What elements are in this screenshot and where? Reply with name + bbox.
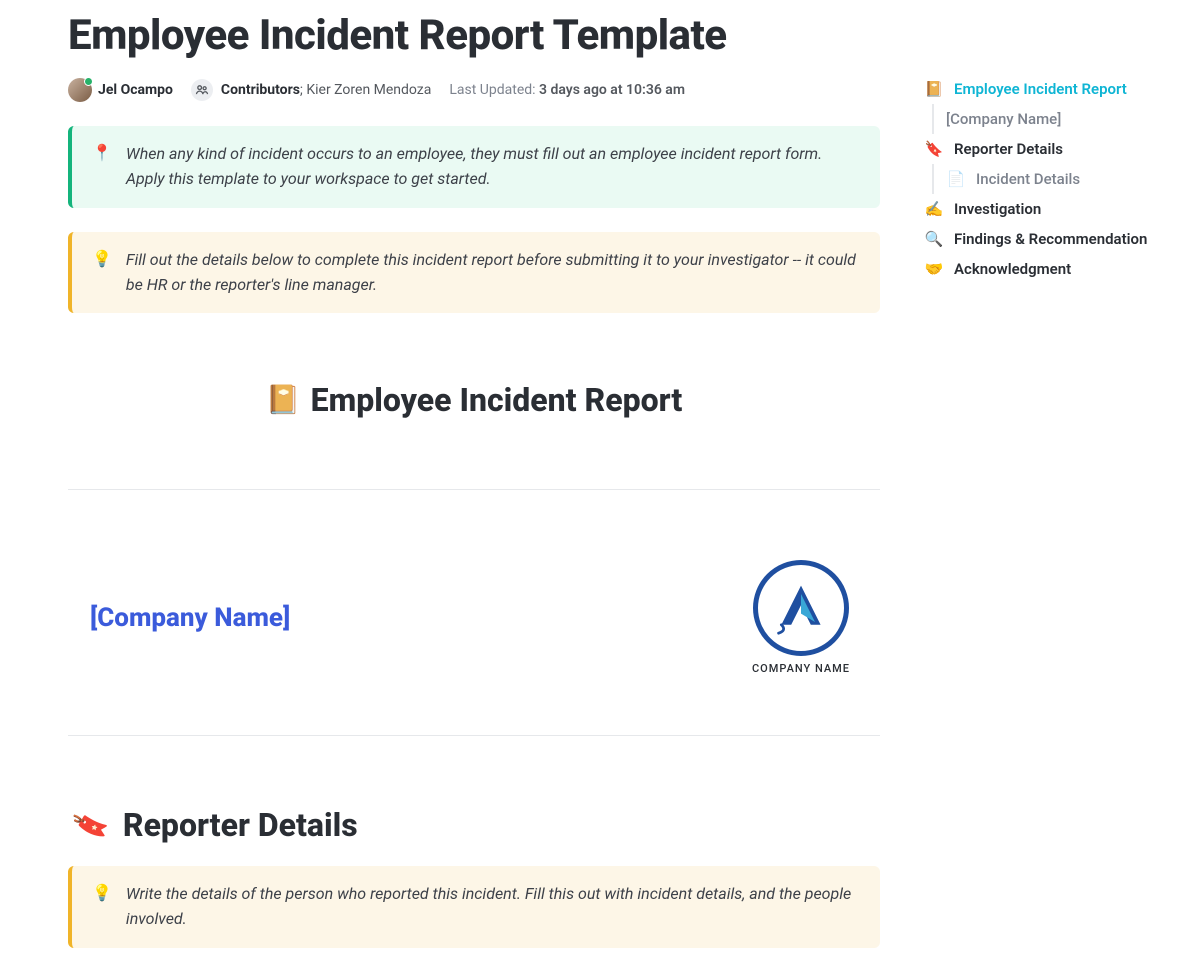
bulb-icon: 💡: [92, 882, 112, 904]
document-main: Employee Incident Report Template Jel Oc…: [0, 0, 880, 972]
callout-intro: 📍 When any kind of incident occurs to an…: [68, 126, 880, 208]
callout-instructions-2-text: Write the details of the person who repo…: [126, 882, 856, 932]
section-heading-reporter: 🔖 Reporter Details: [74, 806, 880, 844]
notebook-icon: 📔: [924, 80, 944, 98]
bulb-icon: 💡: [92, 248, 112, 270]
logo-icon: [753, 560, 849, 656]
toc-label: Incident Details: [976, 170, 1080, 188]
contributors[interactable]: Contributors; Kier Zoren Mendoza: [191, 79, 431, 101]
toc-label: Reporter Details: [954, 140, 1063, 158]
avatar: [68, 78, 92, 102]
people-icon: [191, 79, 213, 101]
byline-row: Jel Ocampo Contributors; Kier Zoren Mend…: [68, 78, 880, 102]
last-updated: Last Updated: 3 days ago at 10:36 am: [449, 82, 685, 98]
toc-item-incident-details[interactable]: 📄 Incident Details: [932, 164, 1170, 194]
company-name-placeholder[interactable]: [Company Name]: [90, 603, 290, 633]
toc-item-investigation[interactable]: ✍️ Investigation: [920, 194, 1170, 224]
updated-label: Last Updated:: [449, 82, 539, 98]
callout-instructions-1-text: Fill out the details below to complete t…: [126, 248, 856, 298]
contributors-names: Kier Zoren Mendoza: [306, 82, 431, 98]
divider: [68, 489, 880, 490]
author[interactable]: Jel Ocampo: [68, 78, 173, 102]
company-row: [Company Name] COMPANY NAME: [68, 560, 880, 675]
author-name: Jel Ocampo: [98, 82, 173, 98]
callout-instructions-1: 💡 Fill out the details below to complete…: [68, 232, 880, 314]
table-of-contents: 📔 Employee Incident Report [Company Name…: [920, 74, 1170, 284]
handshake-icon: 🤝: [924, 260, 944, 278]
bookmark-icon: 🔖: [924, 140, 944, 158]
notebook-icon: 📔: [266, 383, 301, 416]
bookmark-icon: 🔖: [69, 804, 113, 847]
magnifier-icon: 🔍: [924, 230, 944, 248]
pin-icon: 📍: [92, 142, 112, 164]
toc-label: [Company Name]: [946, 110, 1061, 128]
toc-item-reporter[interactable]: 🔖 Reporter Details: [920, 134, 1170, 164]
contributors-label: Contributors: [221, 82, 300, 98]
toc-item-report[interactable]: 📔 Employee Incident Report: [920, 74, 1170, 104]
writing-icon: ✍️: [924, 200, 944, 218]
updated-value: 3 days ago at 10:36 am: [539, 82, 685, 98]
section-heading-report-text: Employee Incident Report: [311, 381, 683, 419]
toc-label: Investigation: [954, 200, 1041, 218]
section-heading-report: 📔 Employee Incident Report: [68, 381, 880, 419]
page-title: Employee Incident Report Template: [68, 12, 880, 60]
toc-item-findings[interactable]: 🔍 Findings & Recommendation: [920, 224, 1170, 254]
toc-label: Acknowledgment: [954, 260, 1071, 278]
company-logo: COMPANY NAME: [752, 560, 850, 675]
toc-label: Findings & Recommendation: [954, 230, 1147, 248]
logo-caption: COMPANY NAME: [752, 662, 850, 675]
toc-item-acknowledgment[interactable]: 🤝 Acknowledgment: [920, 254, 1170, 284]
toc-item-company[interactable]: [Company Name]: [932, 104, 1170, 134]
divider: [68, 735, 880, 736]
section-heading-reporter-text: Reporter Details: [123, 806, 358, 844]
callout-instructions-2: 💡 Write the details of the person who re…: [68, 866, 880, 948]
page-icon: 📄: [946, 170, 966, 188]
callout-intro-text: When any kind of incident occurs to an e…: [126, 142, 856, 192]
toc-label: Employee Incident Report: [954, 80, 1127, 98]
